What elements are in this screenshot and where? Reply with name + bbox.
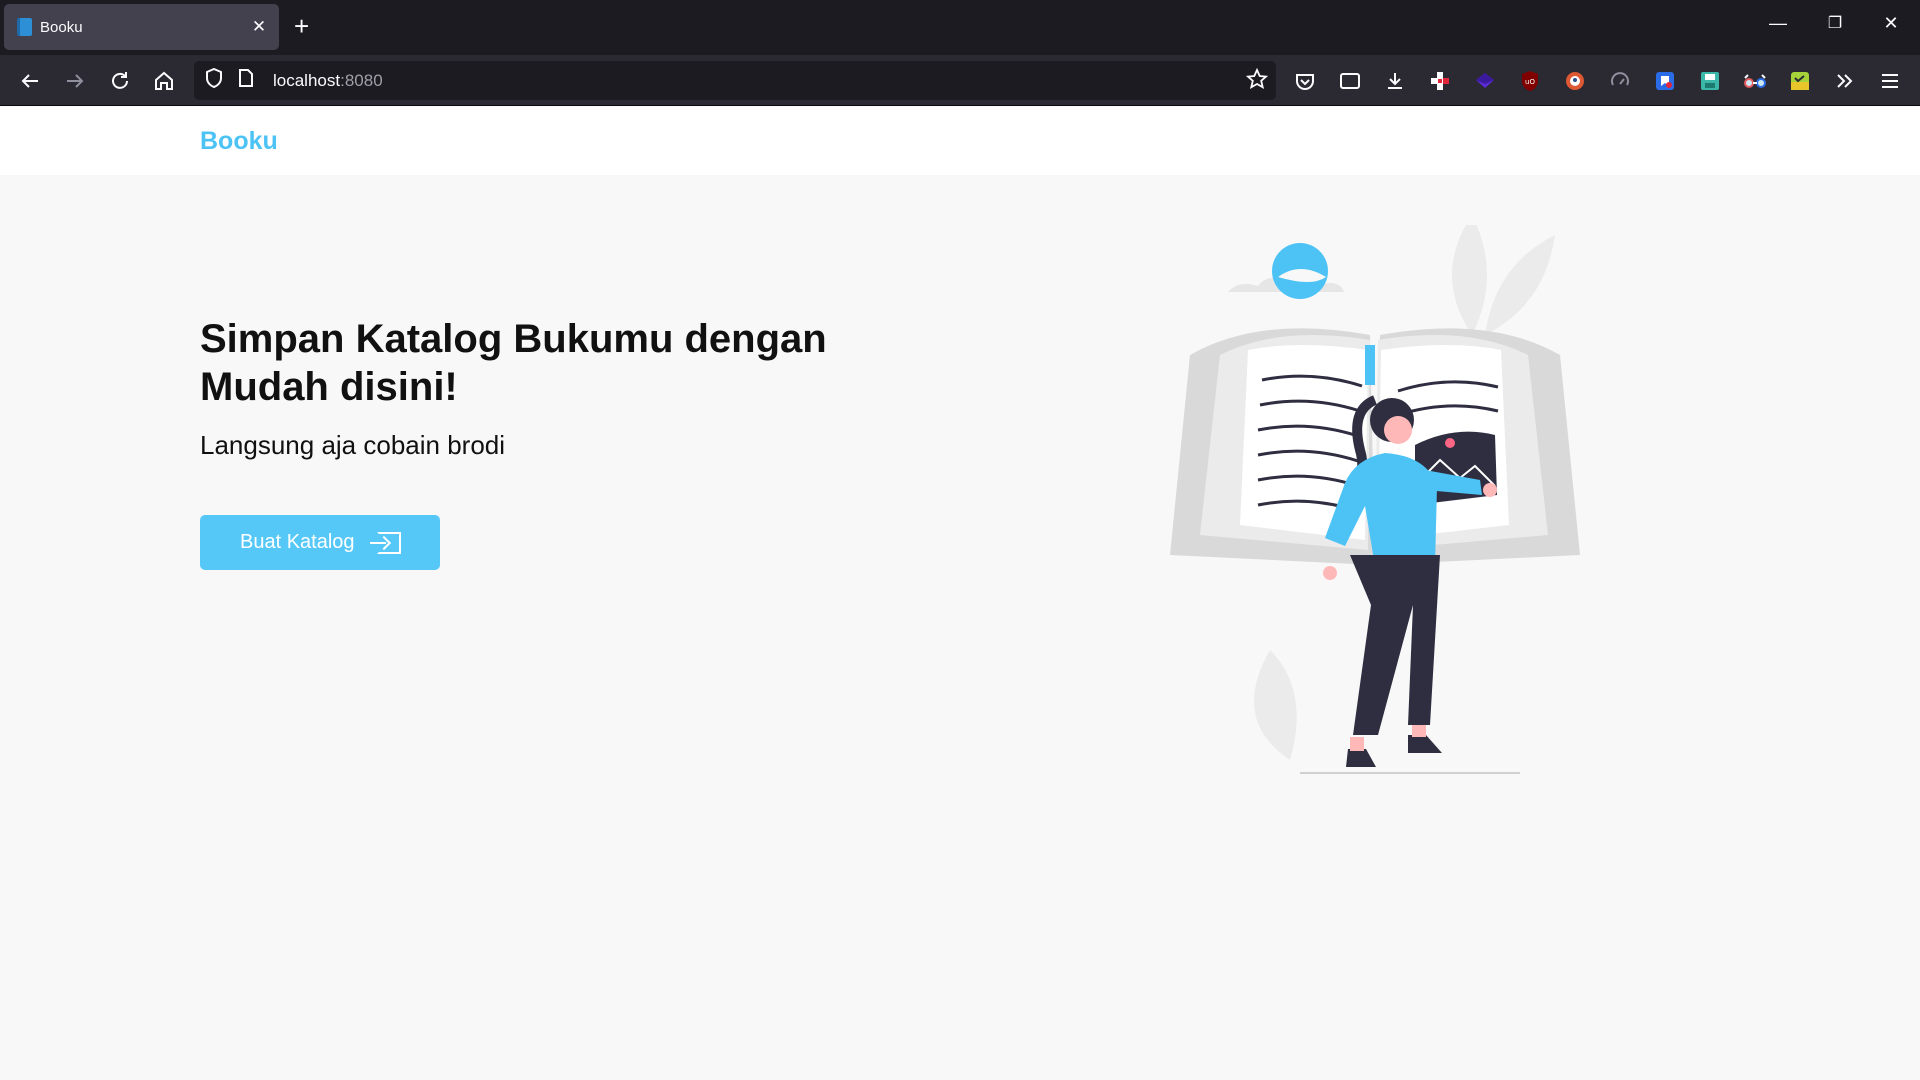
hero-title: Simpan Katalog Bukumu dengan Mudah disin… [200,317,827,409]
arrow-left-icon [21,74,38,88]
reload-icon [112,72,128,89]
svg-text:uO: uO [1525,78,1535,86]
reading-illustration [1170,225,1580,774]
hero-subtitle: Langsung aja cobain brodi [200,430,506,460]
download-icon[interactable] [1382,68,1408,94]
browser-tab[interactable]: Booku ✕ [4,4,279,50]
restore-window-button[interactable]: ❐ [1820,13,1850,33]
url-bar[interactable]: localhost:8080 [194,61,1276,100]
site-header: Booku [0,107,1920,175]
back-button[interactable] [14,65,46,97]
browser-nav-bar: localhost:8080 uO [0,55,1920,106]
hamburger-menu-icon[interactable] [1877,68,1903,94]
url-text[interactable]: localhost:8080 [273,71,383,91]
arrow-right-icon [67,74,84,88]
forward-button[interactable] [59,65,91,97]
close-tab-icon[interactable]: ✕ [249,17,269,37]
speed-icon[interactable] [1607,68,1633,94]
browser-tab-bar: Booku ✕ + — ❐ ✕ [0,0,1920,55]
new-tab-button[interactable]: + [294,13,309,39]
ublock-icon[interactable]: uO [1517,68,1543,94]
extension-blue-icon[interactable] [1652,68,1678,94]
book-favicon-icon [17,18,32,36]
create-catalog-label: Buat Katalog [240,531,355,553]
extension-green-icon[interactable] [1787,68,1813,94]
tab-title: Booku [40,18,83,36]
home-icon [155,71,173,90]
minimize-window-button[interactable]: — [1763,13,1793,34]
save-icon[interactable] [1697,68,1723,94]
pocket-icon[interactable] [1292,68,1318,94]
url-host: localhost [273,70,341,90]
duckduckgo-icon[interactable] [1562,68,1588,94]
sign-in-arrow-icon [369,531,401,554]
close-window-button[interactable]: ✕ [1876,13,1906,34]
url-port: :8080 [340,70,383,90]
home-button[interactable] [148,65,180,97]
reload-button[interactable] [104,65,136,97]
create-catalog-button[interactable]: Buat Katalog [200,515,440,570]
extension-purple-icon[interactable] [1472,68,1498,94]
extension-red-cross-icon[interactable] [1427,68,1453,94]
page-info-icon[interactable] [239,69,261,92]
brand-logo[interactable]: Booku [200,127,278,156]
reader-view-icon[interactable] [1337,68,1363,94]
glasses-icon[interactable] [1742,68,1768,94]
star-icon[interactable] [1245,67,1269,96]
overflow-menu-icon[interactable] [1832,68,1858,94]
tracking-shield-icon[interactable] [205,67,227,93]
